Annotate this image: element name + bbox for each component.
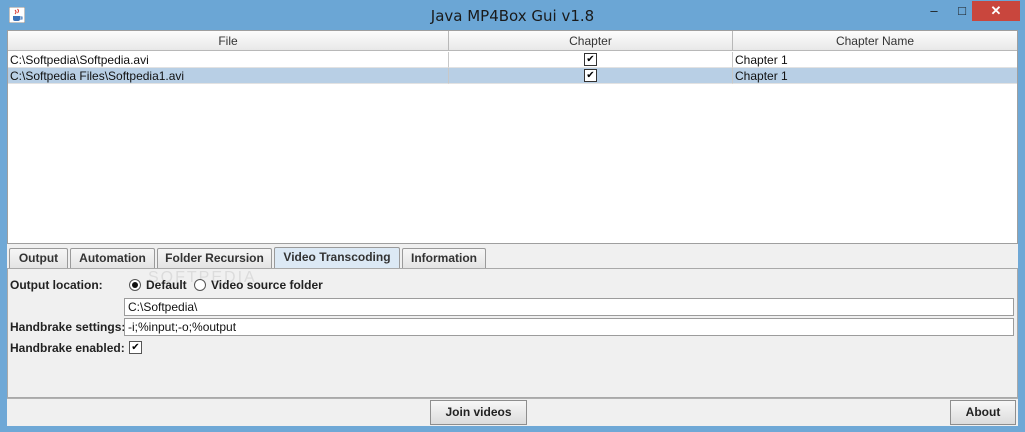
video-source-folder-radio[interactable] — [194, 279, 206, 291]
title-bar: Java MP4Box Gui v1.8 – □ ✕ — [0, 0, 1025, 30]
video-source-folder-label[interactable]: Video source folder — [211, 278, 323, 292]
bottom-bar: Join videos About — [7, 398, 1018, 426]
column-header-chapter-name[interactable]: Chapter Name — [733, 31, 1017, 51]
handbrake-settings-field[interactable]: -i;%input;-o;%output — [124, 318, 1014, 336]
tab-video-transcoding[interactable]: Video Transcoding — [274, 247, 400, 268]
default-radio[interactable] — [129, 279, 141, 291]
chapter-checkbox[interactable]: ✔ — [584, 69, 597, 83]
chapter-checkbox[interactable]: ✔ — [584, 53, 597, 67]
column-header-chapter[interactable]: Chapter — [449, 31, 733, 51]
tab-output[interactable]: Output — [9, 248, 68, 268]
close-button[interactable]: ✕ — [972, 1, 1020, 21]
chapter-name-cell[interactable]: Chapter 1 — [733, 68, 1017, 84]
files-table[interactable]: File Chapter Chapter Name C:\Softpedia\S… — [7, 30, 1018, 244]
table-row[interactable]: C:\Softpedia\Softpedia.avi ✔ Chapter 1 — [8, 52, 1017, 68]
file-cell[interactable]: C:\Softpedia\Softpedia.avi — [8, 52, 449, 68]
app-window: Java MP4Box Gui v1.8 – □ ✕ File Chapter … — [0, 0, 1025, 432]
tab-information[interactable]: Information — [402, 248, 486, 268]
file-cell[interactable]: C:\Softpedia Files\Softpedia1.avi — [8, 68, 449, 84]
about-button[interactable]: About — [950, 400, 1016, 425]
output-path-field[interactable]: C:\Softpedia\ — [124, 298, 1014, 316]
handbrake-enabled-label: Handbrake enabled: — [10, 341, 125, 355]
column-header-file[interactable]: File — [8, 31, 449, 51]
tab-folder-recursion[interactable]: Folder Recursion — [157, 248, 272, 268]
chapter-cell[interactable]: ✔ — [449, 52, 733, 68]
table-row[interactable]: C:\Softpedia Files\Softpedia1.avi ✔ Chap… — [8, 68, 1017, 84]
window-title: Java MP4Box Gui v1.8 — [430, 7, 595, 25]
output-location-label: Output location: — [10, 278, 103, 292]
video-transcoding-panel: SOFTPEDIA Output location: Default Video… — [7, 268, 1018, 398]
handbrake-enabled-checkbox[interactable]: ✔ — [129, 341, 142, 354]
handbrake-settings-label: Handbrake settings: — [10, 320, 126, 334]
minimize-button[interactable]: – — [920, 1, 948, 21]
join-videos-button[interactable]: Join videos — [430, 400, 527, 425]
chapter-cell[interactable]: ✔ — [449, 68, 733, 84]
chapter-name-cell[interactable]: Chapter 1 — [733, 52, 1017, 68]
tab-automation[interactable]: Automation — [70, 248, 155, 268]
main-content: File Chapter Chapter Name C:\Softpedia\S… — [7, 30, 1018, 426]
default-radio-label[interactable]: Default — [146, 278, 187, 292]
